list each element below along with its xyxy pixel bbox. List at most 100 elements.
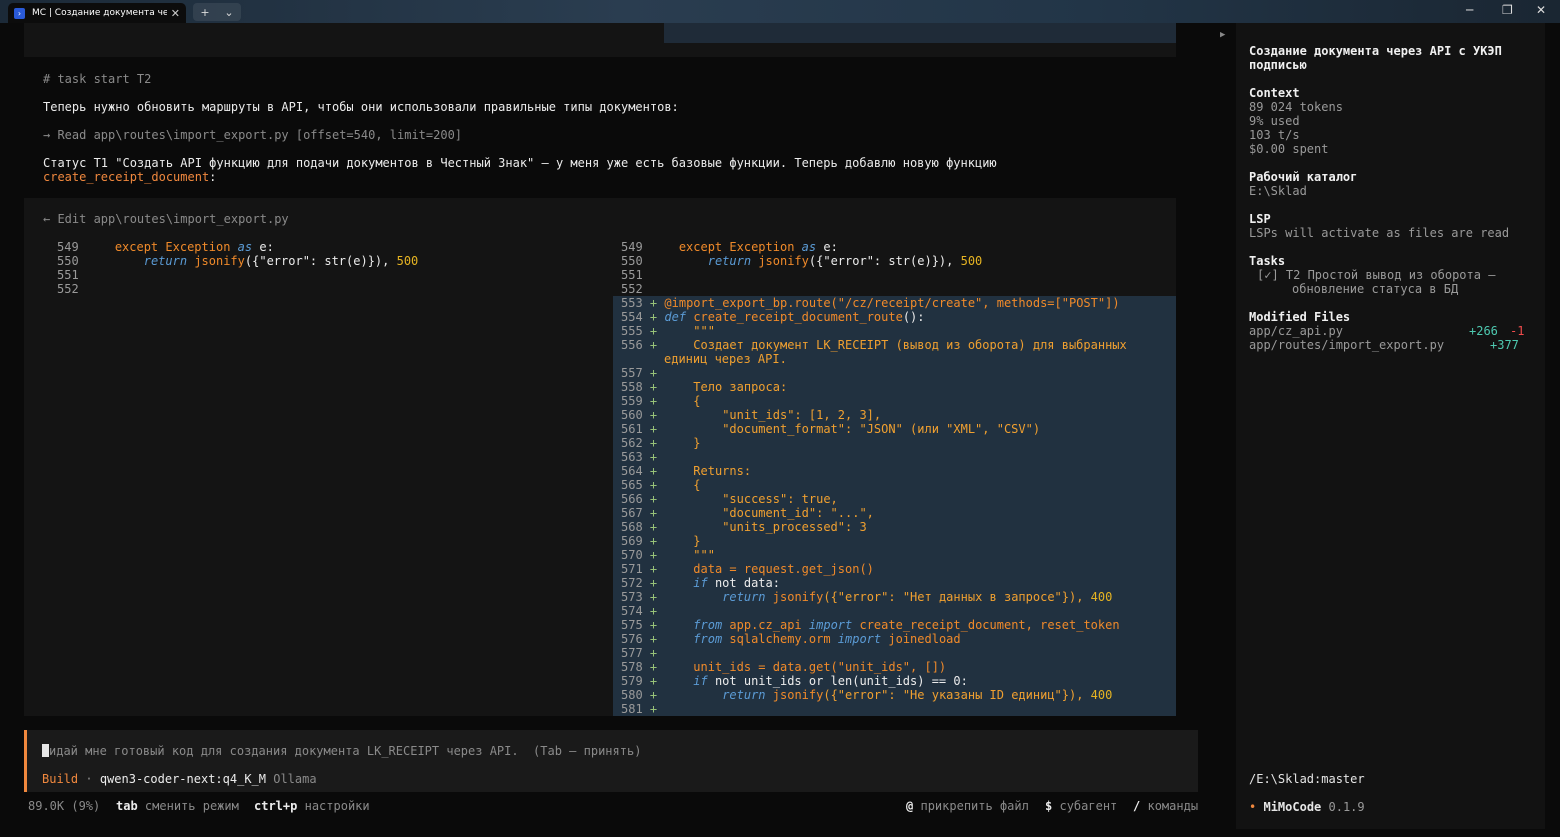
separator: · bbox=[85, 772, 93, 786]
session-title: Создание документа через API с УКЭП bbox=[1249, 44, 1502, 58]
line-number: 558 bbox=[621, 380, 643, 394]
code-token: return bbox=[143, 254, 188, 268]
previous-diff-highlight bbox=[664, 23, 1176, 43]
mode-label[interactable]: Build bbox=[42, 772, 78, 786]
code-token: 400 bbox=[1090, 688, 1113, 702]
hint-commands: / команды bbox=[1133, 799, 1198, 813]
plus-marker: + bbox=[649, 366, 658, 380]
prompt-text[interactable]: идай мне готовый код для создания докуме… bbox=[42, 744, 641, 758]
added-line: 571 + data = request.get_json() bbox=[621, 562, 874, 576]
plus-marker: + bbox=[649, 408, 658, 422]
branch-path: /E:\Sklad:master bbox=[1249, 772, 1365, 786]
code-token: { bbox=[693, 478, 701, 492]
modified-file[interactable]: app/cz_api.py bbox=[1249, 324, 1343, 338]
plus-marker: + bbox=[649, 506, 658, 520]
plus-marker: + bbox=[649, 422, 658, 436]
plus-marker: + bbox=[649, 492, 658, 506]
added-line: 555 + """ bbox=[621, 324, 715, 338]
lsp-heading: LSP bbox=[1249, 212, 1271, 226]
code-token: "document_id": "...", bbox=[722, 506, 874, 520]
line-number: 559 bbox=[621, 394, 643, 408]
added-line: 574 + bbox=[621, 604, 657, 618]
assistant-message: Теперь нужно обновить маршруты в API, чт… bbox=[43, 100, 679, 114]
hint-text: сменить режим bbox=[144, 799, 239, 813]
line-number: 555 bbox=[621, 324, 643, 338]
code-token: unit_ids = data.get("unit_ids", []) bbox=[693, 660, 947, 674]
line-number: 572 bbox=[621, 576, 643, 590]
new-tab-button[interactable]: + bbox=[200, 6, 209, 19]
line-number: 580 bbox=[621, 688, 643, 702]
plus-marker: + bbox=[649, 338, 658, 352]
added-line: 564 + Returns: bbox=[621, 464, 751, 478]
code-token: e: bbox=[823, 240, 838, 254]
workdir-heading: Рабочий каталог bbox=[1249, 170, 1358, 184]
code-token: Тело запроса: bbox=[693, 380, 788, 394]
code-token: data = request.get_json() bbox=[693, 562, 874, 576]
code-token: return bbox=[722, 688, 766, 702]
code-token: """ bbox=[693, 324, 715, 338]
model-name[interactable]: qwen3-coder-next:q4_K_M bbox=[100, 772, 266, 786]
line-number: 560 bbox=[621, 408, 643, 422]
code-token: @import_export_bp.route("/cz/receipt/cre… bbox=[664, 296, 1120, 310]
text-cursor bbox=[42, 744, 49, 757]
right-line-552: 552 bbox=[621, 282, 643, 296]
line-number: 564 bbox=[621, 464, 643, 478]
line-number: 561 bbox=[621, 422, 643, 436]
tasks-heading: Tasks bbox=[1249, 254, 1286, 268]
added-line: 566 + "success": true, bbox=[621, 492, 838, 506]
plus-marker: + bbox=[649, 548, 658, 562]
code-token: """ bbox=[693, 548, 715, 562]
added-line: 580 + return jsonify({"error": "Не указа… bbox=[621, 688, 1112, 702]
added-line: 578 + unit_ids = data.get("unit_ids", []… bbox=[621, 660, 946, 674]
line-number: 576 bbox=[621, 632, 643, 646]
code-token: Exception bbox=[165, 240, 231, 254]
code-token: import bbox=[837, 632, 882, 646]
added-line: 577 + bbox=[621, 646, 657, 660]
code-token: from bbox=[693, 632, 723, 646]
plus-marker: + bbox=[649, 464, 658, 478]
chat-pane: # task start T2 Теперь нужно обновить ма… bbox=[0, 23, 1213, 837]
modified-file[interactable]: app/routes/import_export.py bbox=[1249, 338, 1444, 352]
code-token: def bbox=[664, 310, 687, 324]
code-token: (): bbox=[902, 310, 925, 324]
line-number: 563 bbox=[621, 450, 643, 464]
code-token: } bbox=[693, 534, 701, 548]
status-line-2: create_receipt_document: bbox=[43, 170, 216, 184]
context-tokens: 89 024 tokens bbox=[1249, 100, 1343, 114]
minimize-button[interactable]: ─ bbox=[1466, 3, 1473, 17]
left-line-549: 549 except Exception as e: bbox=[57, 240, 274, 254]
tab-close-icon[interactable]: ✕ bbox=[171, 7, 180, 20]
code-token: jsonify bbox=[772, 590, 824, 604]
line-number: 571 bbox=[621, 562, 643, 576]
file-deletions: -1 bbox=[1510, 324, 1525, 338]
plus-marker: + bbox=[649, 576, 658, 590]
sidebar-toggle-icon[interactable]: ▶ bbox=[1220, 30, 1225, 40]
added-line: 562 + } bbox=[621, 436, 701, 450]
code-token: app.cz_api bbox=[722, 618, 809, 632]
code-token: jsonify bbox=[772, 688, 824, 702]
code-token: sqlalchemy.orm bbox=[722, 632, 838, 646]
plus-marker: + bbox=[649, 674, 658, 688]
tab-dropdown-icon[interactable]: ⌄ bbox=[224, 6, 233, 19]
code-token: ({"error": "Не указаны ID единиц"}), bbox=[823, 688, 1091, 702]
plus-marker: + bbox=[649, 380, 658, 394]
brand-name: MiMoCode bbox=[1263, 800, 1322, 814]
brand-line: • MiMoCode 0.1.9 bbox=[1249, 800, 1365, 814]
code-token: return bbox=[707, 254, 752, 268]
terminal-tab[interactable]: › MC | Создание документа чер ✕ bbox=[8, 3, 186, 23]
prompt-input[interactable]: идай мне готовый код для создания докуме… bbox=[24, 730, 1198, 792]
line-number: 570 bbox=[621, 548, 643, 562]
code-token: { bbox=[693, 394, 701, 408]
previous-output-strip bbox=[24, 23, 1176, 57]
edit-diff-panel: ← Edit app\routes\import_export.py 549 e… bbox=[24, 198, 1176, 716]
close-window-button[interactable]: ✕ bbox=[1536, 3, 1546, 17]
line-number: 577 bbox=[621, 646, 643, 660]
mode-line: Build · qwen3-coder-next:q4_K_M Ollama bbox=[42, 772, 317, 786]
added-line: 572 + if not data: bbox=[621, 576, 780, 590]
plus-marker: + bbox=[649, 450, 658, 464]
maximize-button[interactable]: ❐ bbox=[1502, 3, 1513, 17]
code-token: jsonify bbox=[194, 254, 245, 268]
code-token: not data: bbox=[707, 576, 780, 590]
session-title-2: подписью bbox=[1249, 58, 1307, 72]
plus-marker: + bbox=[649, 702, 658, 716]
